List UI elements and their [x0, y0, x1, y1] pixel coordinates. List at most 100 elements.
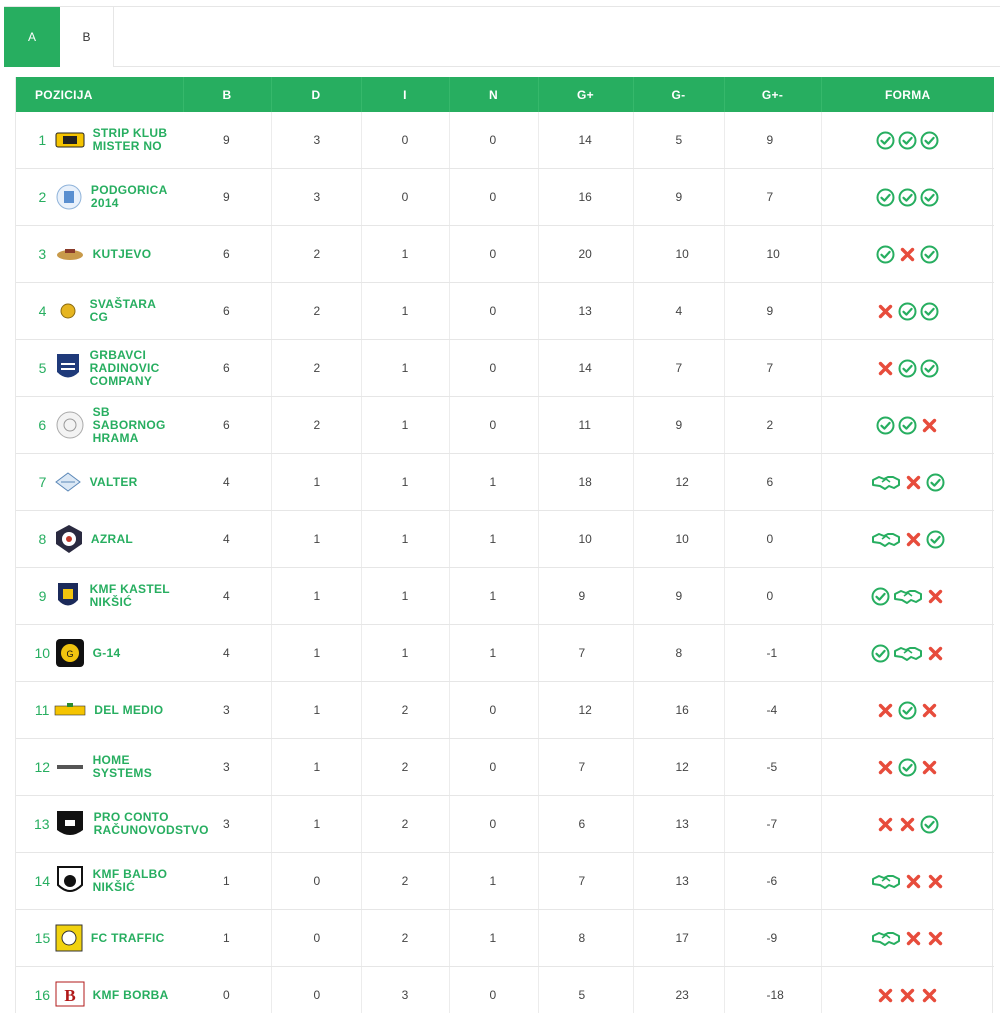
header-goal-difference[interactable]: G+-	[724, 77, 822, 112]
team-name[interactable]: KMF BORBA	[93, 988, 183, 1002]
rank-number: 2	[38, 189, 47, 205]
header-n[interactable]: N	[449, 77, 539, 112]
team-name[interactable]: GRBAVCI RADINOVIC COMPANY	[90, 348, 183, 388]
table-row[interactable]: 6 SB SABORNOG HRAMA 6 2 1 0 11 9 2	[16, 396, 994, 454]
tab-b[interactable]: B	[60, 7, 114, 67]
rank-number: 1	[38, 132, 47, 148]
goals-for-cell: 14	[538, 112, 634, 169]
team-cell: 14 KMF BALBO NIKŠIĆ	[16, 852, 183, 910]
table-row[interactable]: 1 STRIP KLUB MISTER NO 9 3 0 0 14 5 9	[16, 112, 994, 169]
goals-against-cell: 16	[633, 681, 725, 739]
table-row[interactable]: 4 SVAŠTARA CG 6 2 1 0 13 4 9	[16, 282, 994, 340]
team-name[interactable]: SVAŠTARA CG	[90, 298, 183, 324]
team-name[interactable]: HOME SYSTEMS	[93, 754, 183, 780]
form-cell	[821, 681, 994, 739]
goal-difference-cell: 9	[724, 282, 822, 340]
header-goals-against[interactable]: G-	[633, 77, 725, 112]
n-cell: 1	[449, 510, 539, 568]
table-row[interactable]: 16 B KMF BORBA 0 0 3 0 5 23 -18	[16, 966, 994, 1013]
form-win-icon	[876, 131, 895, 150]
header-position[interactable]: POZICIJA	[16, 77, 184, 112]
n-cell: 0	[449, 396, 539, 454]
header-losses[interactable]: I	[361, 77, 450, 112]
goals-for-cell: 11	[538, 396, 634, 454]
draws-cell: 1	[271, 738, 362, 796]
form-win-icon	[926, 473, 945, 492]
goals-against-cell: 5	[633, 112, 725, 169]
losses-cell: 3	[361, 966, 450, 1013]
table-row[interactable]: 12 HOME SYSTEMS 3 1 2 0 7 12 -5	[16, 738, 994, 796]
team-name[interactable]: AZRAL	[91, 532, 183, 546]
form-cell	[821, 282, 994, 340]
form-draw-icon	[893, 644, 923, 663]
losses-cell: 1	[361, 453, 450, 511]
tab-a[interactable]: A	[4, 7, 60, 67]
draws-cell: 2	[271, 396, 362, 454]
table-row[interactable]: 8 AZRAL 4 1 1 1 10 10 0	[16, 510, 994, 568]
table-row[interactable]: 7 VALTER 4 1 1 1 18 12 6	[16, 453, 994, 511]
draws-cell: 3	[271, 112, 362, 169]
table-row[interactable]: 10 G G-14 4 1 1 1 7 8 -1	[16, 624, 994, 682]
form-win-icon	[898, 701, 917, 720]
form-win-icon	[898, 416, 917, 435]
header-form[interactable]: FORMA	[821, 77, 994, 112]
losses-cell: 1	[361, 567, 450, 625]
team-name[interactable]: STRIP KLUB MISTER NO	[93, 127, 183, 153]
goal-difference-cell: 10	[724, 225, 822, 283]
goals-for-cell: 7	[538, 852, 634, 910]
table-row[interactable]: 15 FC TRAFFIC 1 0 2 1 8 17 -9	[16, 909, 994, 967]
draws-cell: 1	[271, 681, 362, 739]
wins-cell: 6	[183, 339, 272, 397]
form-loss-icon	[898, 986, 917, 1005]
team-name[interactable]: FC TRAFFIC	[91, 931, 183, 945]
n-cell: 1	[449, 852, 539, 910]
header-wins[interactable]: B	[183, 77, 272, 112]
star-badge-logo	[55, 522, 83, 556]
goals-against-cell: 12	[633, 738, 725, 796]
team-name[interactable]: KUTJEVO	[93, 247, 183, 261]
team-name[interactable]: VALTER	[90, 475, 183, 489]
goals-for-cell: 10	[538, 510, 634, 568]
form-loss-icon	[898, 245, 917, 264]
form-cell	[821, 567, 994, 625]
form-cell	[821, 795, 994, 853]
rank-number: 11	[34, 702, 50, 718]
table-row[interactable]: 14 KMF BALBO NIKŠIĆ 1 0 2 1 7 13 -6	[16, 852, 994, 910]
goals-against-cell: 4	[633, 282, 725, 340]
rank-number: 4	[38, 303, 47, 319]
form-draw-icon	[871, 872, 901, 891]
team-name[interactable]: KMF BALBO NIKŠIĆ	[93, 868, 183, 894]
wins-cell: 6	[183, 282, 272, 340]
form-win-icon	[871, 644, 890, 663]
goals-against-cell: 10	[633, 510, 725, 568]
table-row[interactable]: 11 DEL MEDIO 3 1 2 0 12 16 -4	[16, 681, 994, 739]
table-row[interactable]: 3 KUTJEVO 6 2 1 0 20 10 10	[16, 225, 994, 283]
goal-difference-cell: 6	[724, 453, 822, 511]
team-name[interactable]: PODGORICA 2014	[91, 184, 183, 210]
header-draws[interactable]: D	[271, 77, 362, 112]
form-win-icon	[876, 188, 895, 207]
goal-difference-cell: -5	[724, 738, 822, 796]
goals-against-cell: 8	[633, 624, 725, 682]
team-cell: 7 VALTER	[16, 453, 183, 511]
ball-shield-logo	[55, 864, 85, 898]
rank-number: 15	[34, 930, 51, 946]
rank-number: 16	[34, 987, 51, 1003]
team-name[interactable]: G-14	[93, 646, 183, 660]
table-row[interactable]: 2 PODGORICA 2014 9 3 0 0 16 9 7	[16, 168, 994, 226]
form-cell	[821, 168, 994, 226]
team-name[interactable]: KMF KASTEL NIKŠIĆ	[90, 583, 183, 609]
team-name[interactable]: DEL MEDIO	[94, 703, 183, 717]
table-row[interactable]: 5 GRBAVCI RADINOVIC COMPANY 6 2 1 0 14 7 7	[16, 339, 994, 397]
table-row[interactable]: 13 PRO CONTO RAČUNOVODSTVO 3 1 2 0 6 13 -7	[16, 795, 994, 853]
wine-logo	[55, 237, 85, 271]
team-name[interactable]: SB SABORNOG HRAMA	[93, 405, 183, 445]
wins-cell: 1	[183, 852, 272, 910]
form-win-icon	[898, 359, 917, 378]
table-row[interactable]: 9 KMF KASTEL NIKŠIĆ 4 1 1 1 9 9 0	[16, 567, 994, 625]
team-name[interactable]: PRO CONTO RAČUNOVODSTVO	[94, 811, 209, 837]
team-cell: 2 PODGORICA 2014	[16, 168, 183, 226]
header-goals-for[interactable]: G+	[538, 77, 634, 112]
wins-cell: 6	[183, 225, 272, 283]
form-cell	[821, 624, 994, 682]
